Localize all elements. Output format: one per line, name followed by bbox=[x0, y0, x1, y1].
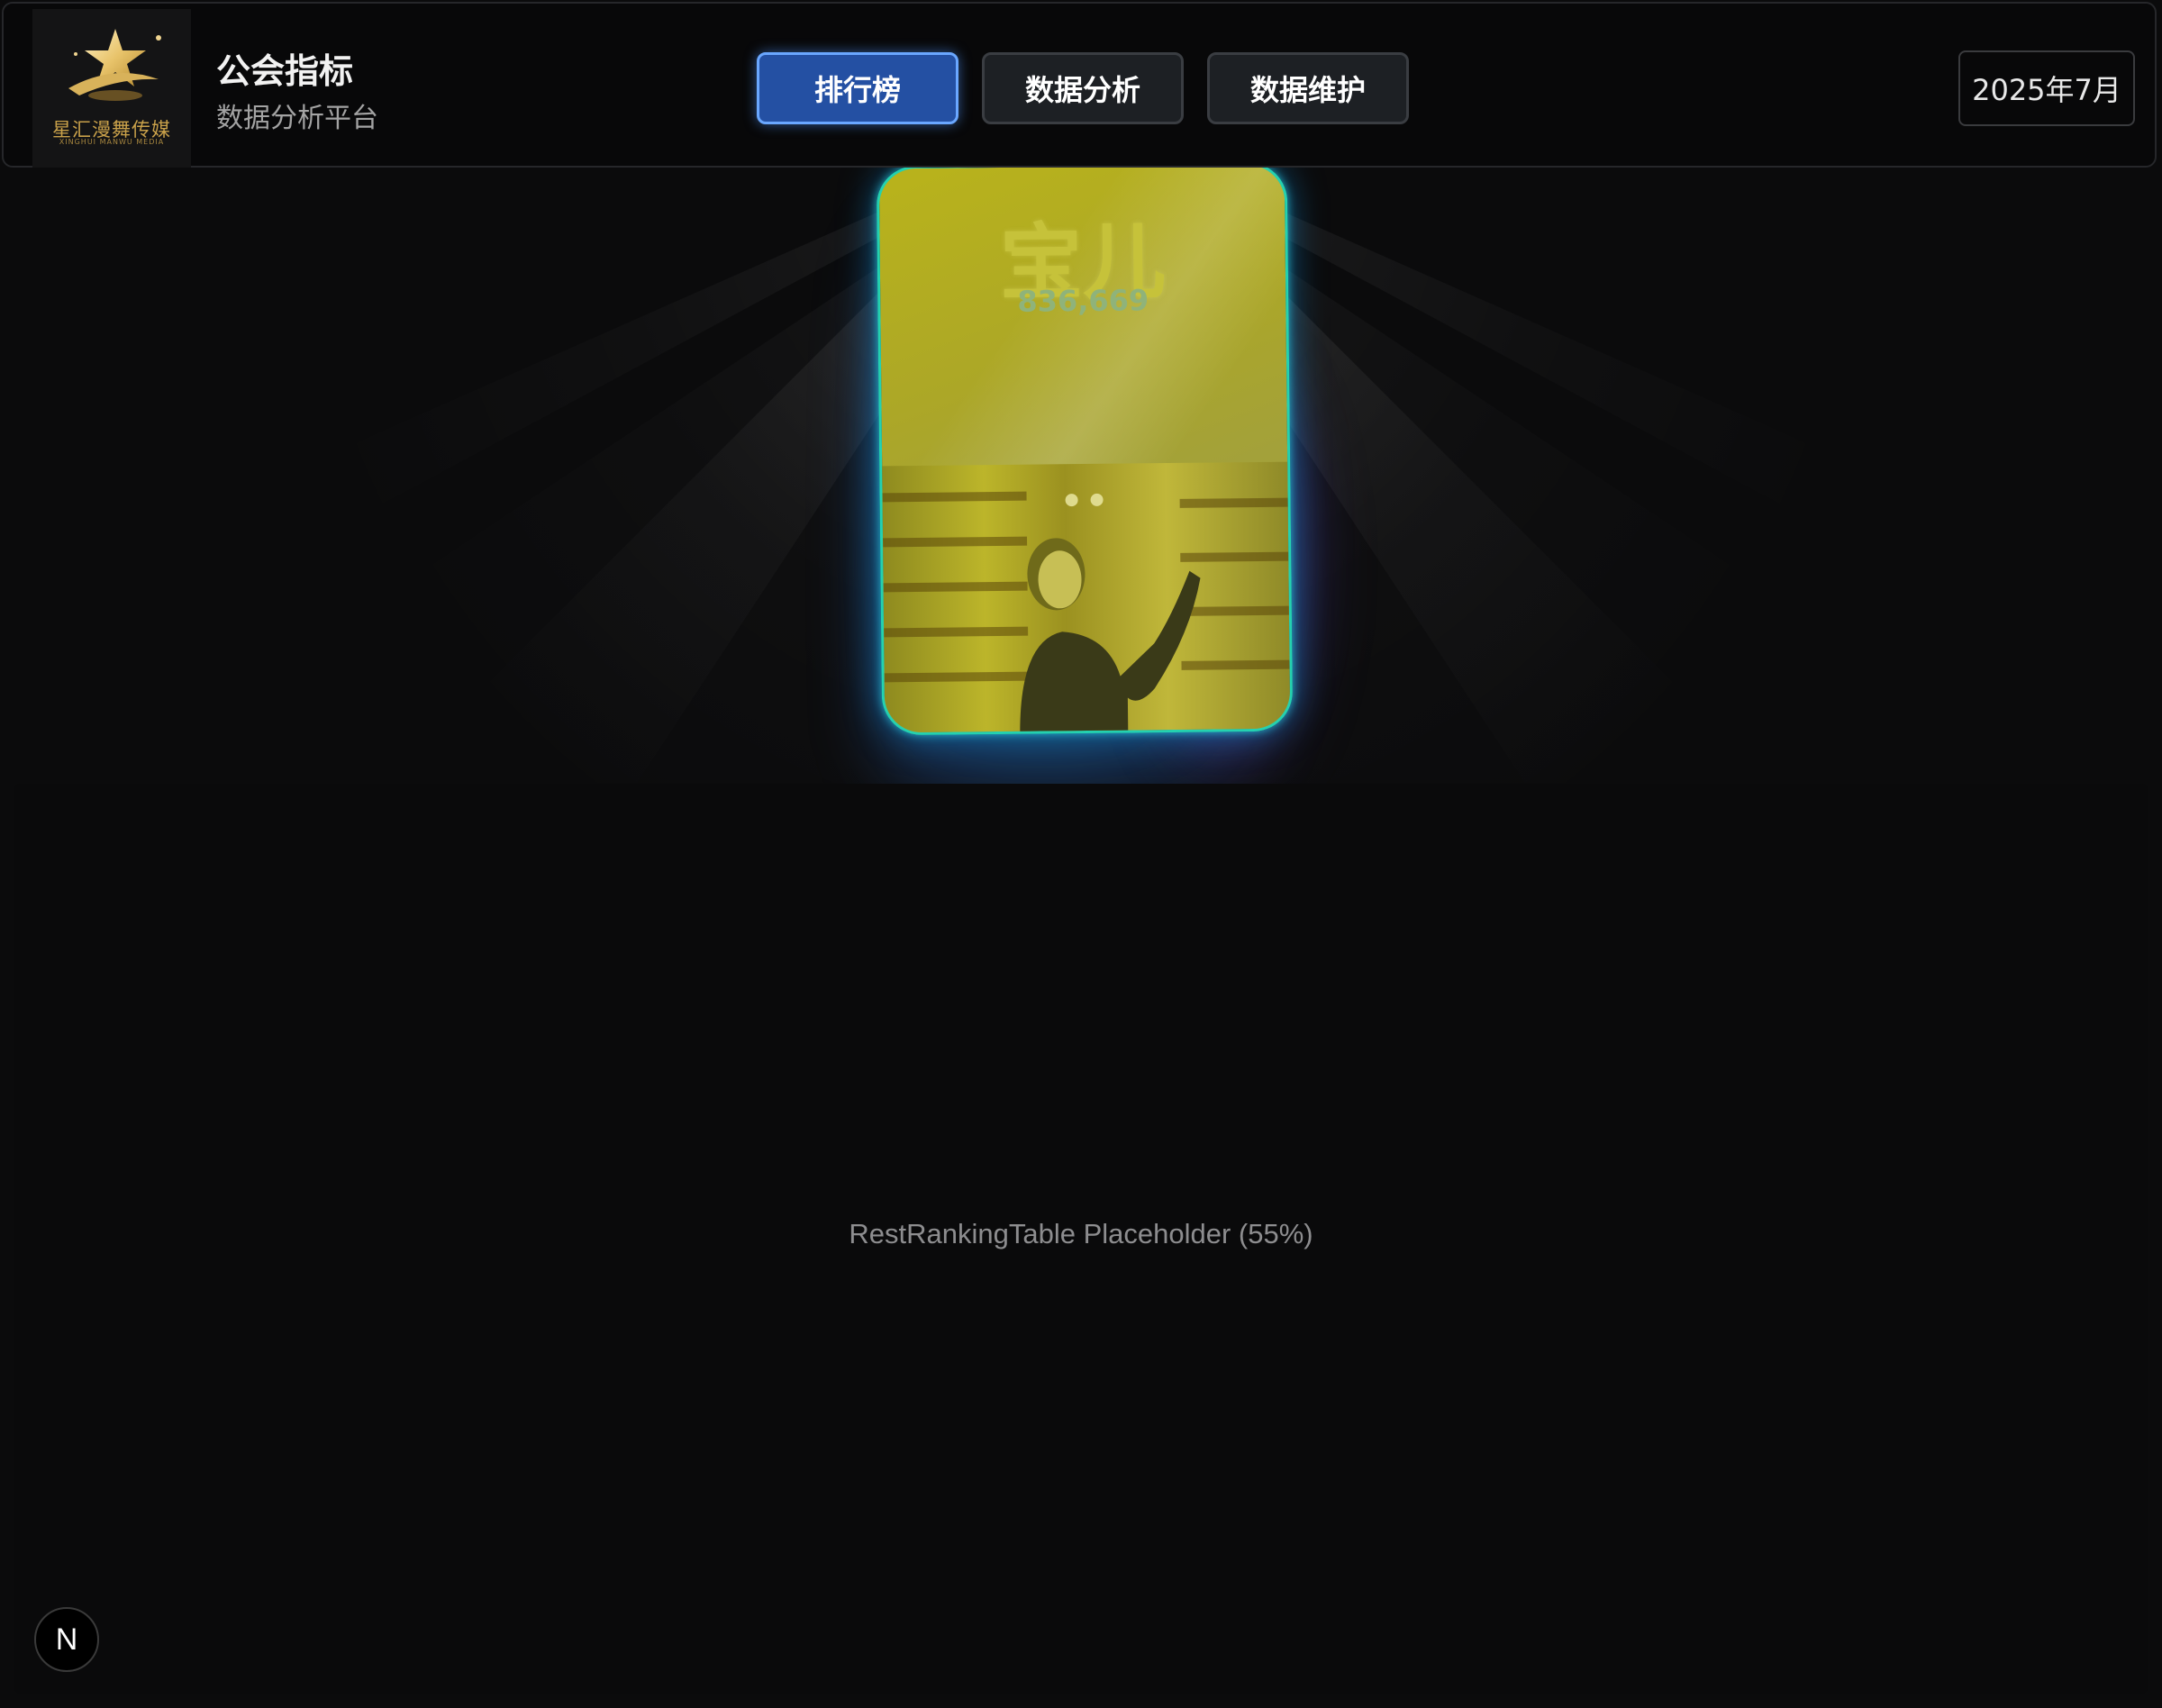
month-selector[interactable]: 2025年7月 bbox=[1958, 50, 2135, 126]
logo-subtext: XINGHUI MANWU MEDIA bbox=[59, 138, 165, 146]
top-rank-score: 836,669 bbox=[1017, 283, 1149, 319]
tab-data-maintenance[interactable]: 数据维护 bbox=[1207, 52, 1409, 124]
rest-ranking-table: RestRankingTable Placeholder (55%) bbox=[14, 784, 2148, 1694]
page-title: 公会指标 bbox=[216, 51, 354, 91]
person-figure bbox=[1020, 493, 1201, 736]
page: 星汇漫舞传媒 XINGHUI MANWU MEDIA 公会指标 数据分析平台 排… bbox=[0, 0, 2162, 1708]
rest-ranking-placeholder-text: RestRankingTable Placeholder (55%) bbox=[849, 1218, 1313, 1249]
page-subtitle: 数据分析平台 bbox=[216, 103, 378, 134]
brand-logo[interactable]: 星汇漫舞传媒 XINGHUI MANWU MEDIA bbox=[32, 9, 191, 168]
app-header: 星汇漫舞传媒 XINGHUI MANWU MEDIA 公会指标 数据分析平台 排… bbox=[2, 2, 2157, 168]
top-rank-avatar-photo bbox=[882, 461, 1291, 736]
top-rank-card[interactable]: 宝儿 836,669 bbox=[876, 161, 1294, 736]
nextjs-dev-badge[interactable]: N bbox=[34, 1607, 99, 1672]
star-logo-icon bbox=[68, 29, 161, 101]
tab-ranking[interactable]: 排行榜 bbox=[757, 52, 958, 124]
tab-data-analysis[interactable]: 数据分析 bbox=[982, 52, 1184, 124]
